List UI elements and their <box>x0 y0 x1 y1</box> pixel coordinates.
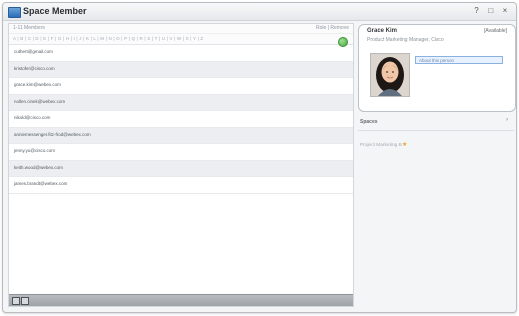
member-row[interactable]: cuthert@gmail.com <box>9 45 353 62</box>
member-row[interactable]: kristofer@cisco.com <box>9 61 353 78</box>
divider <box>358 130 514 131</box>
project-link[interactable]: Project Marketing B <box>360 143 402 148</box>
bottom-toolbar <box>9 294 353 306</box>
member-rows: cuthert@gmail.com kristofer@cisco.com gr… <box>9 45 353 194</box>
profile-role: Product Marketing Manager, Cisco <box>367 37 444 43</box>
help-button[interactable]: ? <box>472 6 482 15</box>
member-row[interactable]: grace.kim@webex.com <box>9 78 353 95</box>
member-email: keith.wood@webex.com <box>14 164 63 170</box>
avatar <box>370 53 410 97</box>
avatar-image <box>371 54 409 96</box>
member-row[interactable]: keith.wood@webex.com <box>9 160 353 177</box>
member-list-pane: 1-11 Members Role | Remove A | B | C | D… <box>8 23 354 307</box>
about-person-button[interactable]: About this person <box>415 56 503 64</box>
app-icon <box>8 7 21 18</box>
window-title: Space Member <box>23 6 87 16</box>
member-email: kristofer@cisco.com <box>14 65 55 71</box>
profile-name: Grace Kim <box>367 28 398 34</box>
maximize-button[interactable]: □ <box>486 6 496 15</box>
close-button[interactable]: × <box>500 6 510 15</box>
member-row[interactable]: james.brandt@webex.com <box>9 177 353 194</box>
member-row[interactable]: jenny.yu@cisco.com <box>9 144 353 161</box>
member-row[interactable]: anniemessenger.fitz-frod@webex.com <box>9 127 353 144</box>
member-email: cuthert@gmail.com <box>14 49 53 54</box>
title-bar: Space Member ? □ × <box>3 3 516 21</box>
availability-status: [Available] <box>484 28 507 34</box>
member-email: nollen.cinek@webex.com <box>14 98 66 104</box>
profile-card: Grace Kim [Available] Product Marketing … <box>358 24 516 112</box>
alphabet-filter[interactable]: A | B | C | D | E | F | G | H | I | J | … <box>9 34 353 47</box>
alphabet-letters[interactable]: A | B | C | D | E | F | G | H | I | J | … <box>13 36 203 41</box>
member-email: jenny.yu@cisco.com <box>14 148 55 153</box>
star-icon: ★ <box>402 142 408 148</box>
member-email: grace.kim@webex.com <box>14 82 61 87</box>
list-view-icon[interactable] <box>12 297 20 305</box>
grid-view-icon[interactable] <box>21 297 29 305</box>
member-toolbar: 1-11 Members Role | Remove <box>9 24 353 34</box>
window-controls: ? □ × <box>470 6 510 15</box>
member-email: anniemessenger.fitz-frod@webex.com <box>14 131 91 137</box>
expand-arrow-icon[interactable]: › <box>506 117 508 123</box>
member-row[interactable]: nollen.cinek@webex.com <box>9 94 353 111</box>
member-count: 1-11 Members <box>13 25 45 31</box>
space-member-window: Space Member ? □ × 1-11 Members Role | R… <box>2 2 517 313</box>
role-remove-links[interactable]: Role | Remove <box>316 25 349 31</box>
member-email: james.brandt@webex.com <box>14 181 68 186</box>
member-row[interactable]: nikold@cisco.com <box>9 111 353 128</box>
member-email: nikold@cisco.com <box>14 115 51 120</box>
spaces-label: Spaces <box>360 119 378 125</box>
